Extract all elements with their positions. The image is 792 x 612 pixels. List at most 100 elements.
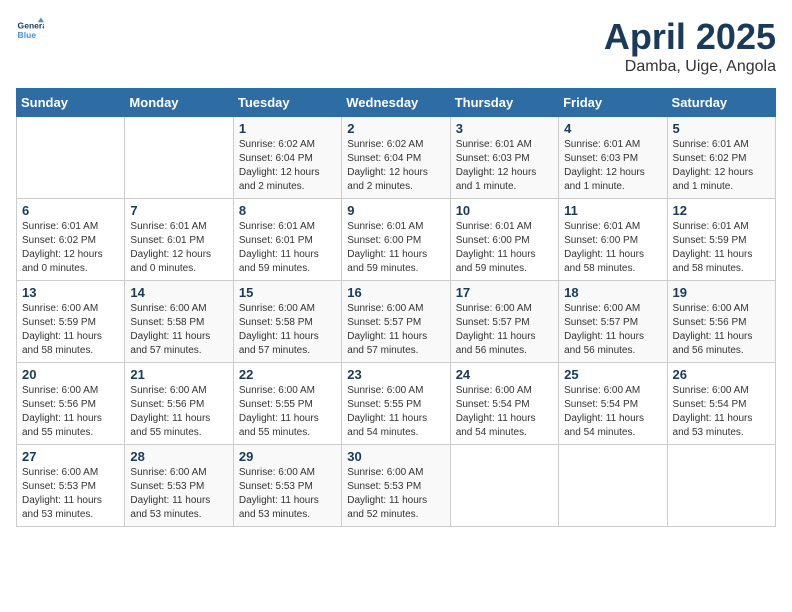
calendar-cell: 15 Sunrise: 6:00 AM Sunset: 5:58 PM Dayli… [233, 281, 341, 363]
calendar-cell: 17Sunrise: 6:00 AM Sunset: 5:57 PM Dayli… [450, 281, 558, 363]
weekday-header: Sunday [17, 89, 125, 117]
day-number: 2 [347, 121, 444, 136]
day-detail: Sunrise: 6:00 AM Sunset: 5:54 PM Dayligh… [564, 384, 661, 440]
day-number: 11 [564, 203, 661, 218]
calendar-cell: 21Sunrise: 6:00 AM Sunset: 5:56 PM Dayli… [125, 363, 233, 445]
day-detail: Sunrise: 6:00 AM Sunset: 5:59 PM Dayligh… [22, 302, 119, 358]
day-number: 26 [673, 367, 770, 382]
day-number: 6 [22, 203, 119, 218]
calendar-cell: 28Sunrise: 6:00 AM Sunset: 5:53 PM Dayli… [125, 445, 233, 527]
day-number: 10 [456, 203, 553, 218]
day-detail: Sunrise: 6:00 AM Sunset: 5:57 PM Dayligh… [564, 302, 661, 358]
day-detail: Sunrise: 6:00 AM Sunset: 5:53 PM Dayligh… [239, 466, 336, 522]
calendar-week-row: 6 Sunrise: 6:01 AM Sunset: 6:02 PM Daylig… [17, 199, 776, 281]
day-number: 12 [673, 203, 770, 218]
calendar-cell: 2 Sunrise: 6:02 AM Sunset: 6:04 PM Daylig… [342, 117, 450, 199]
day-number: 18 [564, 285, 661, 300]
calendar-subtitle: Damba, Uige, Angola [604, 58, 776, 76]
calendar-cell: 11 Sunrise: 6:01 AM Sunset: 6:00 PM Dayli… [559, 199, 667, 281]
day-detail: Sunrise: 6:01 AM Sunset: 6:02 PM Dayligh… [22, 220, 119, 276]
day-number: 23 [347, 367, 444, 382]
day-detail: Sunrise: 6:00 AM Sunset: 5:54 PM Dayligh… [673, 384, 770, 440]
day-number: 14 [130, 285, 227, 300]
calendar-week-row: 20 Sunrise: 6:00 AM Sunset: 5:56 PM Dayli… [17, 363, 776, 445]
calendar-cell [559, 445, 667, 527]
day-number: 7 [130, 203, 227, 218]
day-number: 22 [239, 367, 336, 382]
calendar-title: April 2025 [604, 16, 776, 58]
calendar-cell [450, 445, 558, 527]
calendar-cell: 6 Sunrise: 6:01 AM Sunset: 6:02 PM Daylig… [17, 199, 125, 281]
weekday-header: Tuesday [233, 89, 341, 117]
day-number: 30 [347, 449, 444, 464]
calendar-cell: 13Sunrise: 6:00 AM Sunset: 5:59 PM Dayli… [17, 281, 125, 363]
day-detail: Sunrise: 6:00 AM Sunset: 5:54 PM Dayligh… [456, 384, 553, 440]
calendar-cell: 10 Sunrise: 6:01 AM Sunset: 6:00 PM Dayli… [450, 199, 558, 281]
calendar-cell: 4Sunrise: 6:01 AM Sunset: 6:03 PM Daylig… [559, 117, 667, 199]
calendar-cell [667, 445, 775, 527]
weekday-header: Monday [125, 89, 233, 117]
day-number: 1 [239, 121, 336, 136]
calendar-week-row: 27 Sunrise: 6:00 AM Sunset: 5:53 PM Dayli… [17, 445, 776, 527]
calendar-cell: 24Sunrise: 6:00 AM Sunset: 5:54 PM Dayli… [450, 363, 558, 445]
day-detail: Sunrise: 6:02 AM Sunset: 6:04 PM Dayligh… [239, 138, 336, 194]
calendar-cell: 7 Sunrise: 6:01 AM Sunset: 6:01 PM Daylig… [125, 199, 233, 281]
calendar-cell [17, 117, 125, 199]
day-detail: Sunrise: 6:00 AM Sunset: 5:53 PM Dayligh… [22, 466, 119, 522]
logo-icon: General Blue [16, 16, 44, 44]
day-detail: Sunrise: 6:02 AM Sunset: 6:04 PM Dayligh… [347, 138, 444, 194]
day-detail: Sunrise: 6:01 AM Sunset: 6:00 PM Dayligh… [456, 220, 553, 276]
calendar-week-row: 1 Sunrise: 6:02 AM Sunset: 6:04 PM Daylig… [17, 117, 776, 199]
day-number: 3 [456, 121, 553, 136]
day-detail: Sunrise: 6:01 AM Sunset: 6:00 PM Dayligh… [564, 220, 661, 276]
page-header: General Blue April 2025 Damba, Uige, Ang… [16, 16, 776, 76]
calendar-cell: 27 Sunrise: 6:00 AM Sunset: 5:53 PM Dayli… [17, 445, 125, 527]
weekday-header: Friday [559, 89, 667, 117]
day-detail: Sunrise: 6:01 AM Sunset: 6:00 PM Dayligh… [347, 220, 444, 276]
day-number: 28 [130, 449, 227, 464]
day-number: 9 [347, 203, 444, 218]
day-detail: Sunrise: 6:00 AM Sunset: 5:56 PM Dayligh… [673, 302, 770, 358]
day-number: 25 [564, 367, 661, 382]
calendar-cell [125, 117, 233, 199]
calendar-cell: 12Sunrise: 6:01 AM Sunset: 5:59 PM Dayli… [667, 199, 775, 281]
day-number: 27 [22, 449, 119, 464]
calendar-cell: 1 Sunrise: 6:02 AM Sunset: 6:04 PM Daylig… [233, 117, 341, 199]
calendar-table: SundayMondayTuesdayWednesdayThursdayFrid… [16, 88, 776, 527]
day-detail: Sunrise: 6:00 AM Sunset: 5:58 PM Dayligh… [130, 302, 227, 358]
calendar-cell: 19Sunrise: 6:00 AM Sunset: 5:56 PM Dayli… [667, 281, 775, 363]
calendar-cell: 16Sunrise: 6:00 AM Sunset: 5:57 PM Dayli… [342, 281, 450, 363]
day-detail: Sunrise: 6:01 AM Sunset: 6:03 PM Dayligh… [456, 138, 553, 194]
day-detail: Sunrise: 6:00 AM Sunset: 5:57 PM Dayligh… [347, 302, 444, 358]
day-number: 5 [673, 121, 770, 136]
day-detail: Sunrise: 6:00 AM Sunset: 5:55 PM Dayligh… [239, 384, 336, 440]
weekday-header: Saturday [667, 89, 775, 117]
day-number: 20 [22, 367, 119, 382]
calendar-cell: 22 Sunrise: 6:00 AM Sunset: 5:55 PM Dayli… [233, 363, 341, 445]
day-detail: Sunrise: 6:01 AM Sunset: 6:02 PM Dayligh… [673, 138, 770, 194]
day-detail: Sunrise: 6:00 AM Sunset: 5:53 PM Dayligh… [347, 466, 444, 522]
day-number: 8 [239, 203, 336, 218]
weekday-header: Thursday [450, 89, 558, 117]
day-detail: Sunrise: 6:01 AM Sunset: 6:01 PM Dayligh… [130, 220, 227, 276]
day-detail: Sunrise: 6:00 AM Sunset: 5:57 PM Dayligh… [456, 302, 553, 358]
day-number: 21 [130, 367, 227, 382]
day-detail: Sunrise: 6:00 AM Sunset: 5:58 PM Dayligh… [239, 302, 336, 358]
calendar-cell: 25 Sunrise: 6:00 AM Sunset: 5:54 PM Dayli… [559, 363, 667, 445]
day-number: 29 [239, 449, 336, 464]
calendar-cell: 9 Sunrise: 6:01 AM Sunset: 6:00 PM Daylig… [342, 199, 450, 281]
day-number: 15 [239, 285, 336, 300]
weekday-header: Wednesday [342, 89, 450, 117]
calendar-cell: 18 Sunrise: 6:00 AM Sunset: 5:57 PM Dayli… [559, 281, 667, 363]
calendar-cell: 23Sunrise: 6:00 AM Sunset: 5:55 PM Dayli… [342, 363, 450, 445]
calendar-cell: 30 Sunrise: 6:00 AM Sunset: 5:53 PM Dayli… [342, 445, 450, 527]
calendar-cell: 14 Sunrise: 6:00 AM Sunset: 5:58 PM Dayli… [125, 281, 233, 363]
calendar-cell: 29 Sunrise: 6:00 AM Sunset: 5:53 PM Dayli… [233, 445, 341, 527]
day-detail: Sunrise: 6:01 AM Sunset: 6:01 PM Dayligh… [239, 220, 336, 276]
calendar-cell: 26 Sunrise: 6:00 AM Sunset: 5:54 PM Dayli… [667, 363, 775, 445]
calendar-week-row: 13Sunrise: 6:00 AM Sunset: 5:59 PM Dayli… [17, 281, 776, 363]
calendar-cell: 5 Sunrise: 6:01 AM Sunset: 6:02 PM Daylig… [667, 117, 775, 199]
calendar-cell: 8 Sunrise: 6:01 AM Sunset: 6:01 PM Daylig… [233, 199, 341, 281]
calendar-cell: 3 Sunrise: 6:01 AM Sunset: 6:03 PM Daylig… [450, 117, 558, 199]
day-detail: Sunrise: 6:00 AM Sunset: 5:56 PM Dayligh… [22, 384, 119, 440]
